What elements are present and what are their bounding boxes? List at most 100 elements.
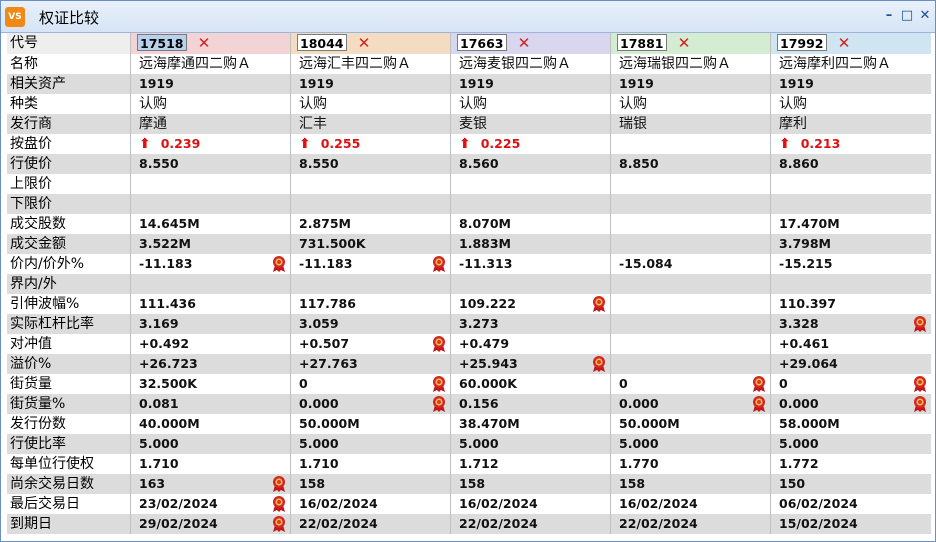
cell-value: 汇丰 (299, 116, 327, 132)
table-cell: 5.000 (771, 434, 931, 454)
table-cell: 认购 (451, 94, 611, 114)
cell-value: 16/02/2024 (299, 496, 378, 511)
row-label: 溢价% (7, 354, 131, 374)
row-label: 行使价 (7, 154, 131, 174)
table-row: 下限价 (7, 194, 931, 214)
table-row: 每单位行使权 1.710 1.710 1.712 1.770 1.772 (7, 454, 931, 474)
cell-value: 摩利 (779, 116, 807, 132)
table-cell: 0.000 (611, 394, 771, 414)
table-cell: 22/02/2024 (611, 514, 771, 534)
cell-value: 0.081 (139, 396, 179, 411)
cell-value: 58.000M (779, 416, 840, 431)
table-row: 成交金额 3.522M 731.500K 1.883M 3.798M (7, 234, 931, 254)
cell-value: 远海摩通四二购Ａ (139, 56, 251, 72)
close-icon[interactable]: ✕ (837, 34, 851, 52)
table-cell: +25.943 (451, 354, 611, 374)
code-input[interactable]: 17663 (457, 34, 507, 51)
code-column-header: 18044 ✕ (291, 33, 451, 54)
cell-value: 0.000 (619, 396, 659, 411)
table-cell: ⬆ 0.255 (291, 134, 451, 154)
table-cell: 1919 (451, 74, 611, 94)
code-input[interactable]: 17518 (137, 34, 187, 51)
cell-value: 1.710 (299, 456, 339, 471)
table-cell (611, 274, 771, 294)
code-column-header: 17518 ✕ (131, 33, 291, 54)
minimize-button[interactable]: – (881, 8, 897, 24)
code-input[interactable]: 17881 (617, 34, 667, 51)
close-window-button[interactable]: ✕ (917, 8, 933, 24)
cell-value: 22/02/2024 (459, 516, 538, 531)
row-label: 按盘价 (7, 134, 131, 154)
table-cell: 16/02/2024 (291, 494, 451, 514)
cell-value: -15.084 (619, 256, 673, 271)
table-cell (291, 274, 451, 294)
cell-value: 111.436 (139, 296, 196, 311)
row-label: 街货量 (7, 374, 131, 394)
table-cell: 远海摩通四二购Ａ (131, 54, 291, 74)
row-label: 街货量% (7, 394, 131, 414)
cell-value: 15/02/2024 (779, 516, 858, 531)
cell-value: 认购 (779, 96, 807, 112)
code-input[interactable]: 17992 (777, 34, 827, 51)
cell-value: 50.000M (619, 416, 680, 431)
row-label: 到期日 (7, 514, 131, 534)
cell-value: 1.772 (779, 456, 819, 471)
table-cell: 29/02/2024 (131, 514, 291, 534)
table-row: 发行商 摩通 汇丰 麦银 瑞银 摩利 (7, 114, 931, 134)
row-label: 上限价 (7, 174, 131, 194)
row-label: 发行商 (7, 114, 131, 134)
table-cell (451, 274, 611, 294)
row-label: 种类 (7, 94, 131, 114)
table-cell (611, 294, 771, 314)
cell-value: 731.500K (299, 236, 366, 251)
cell-value: 06/02/2024 (779, 496, 858, 511)
cell-value: 29/02/2024 (139, 516, 218, 531)
medal-icon (433, 396, 445, 412)
row-label: 界内/外 (7, 274, 131, 294)
cell-value: 5.000 (619, 436, 659, 451)
cell-value: 1919 (779, 76, 814, 91)
table-cell: 731.500K (291, 234, 451, 254)
cell-value: 3.273 (459, 316, 499, 331)
table-cell: 1.710 (131, 454, 291, 474)
cell-value: 14.645M (139, 216, 200, 231)
price-value: 0.239 (160, 136, 201, 151)
table-cell: ⬆ 0.239 (131, 134, 291, 154)
table-cell: 2.875M (291, 214, 451, 234)
cell-value: 158 (299, 476, 326, 491)
table-cell (611, 314, 771, 334)
table-cell: 5.000 (451, 434, 611, 454)
table-cell: 瑞银 (611, 114, 771, 134)
table-cell: ⬆ 0.225 (451, 134, 611, 154)
cell-value: 1919 (139, 76, 174, 91)
close-icon[interactable]: ✕ (517, 34, 531, 52)
table-cell: ⬆ 0.213 (771, 134, 931, 154)
close-icon[interactable]: ✕ (197, 34, 211, 52)
cell-value: 32.500K (139, 376, 197, 391)
title-bar: VS 权证比较 – □ ✕ (1, 1, 935, 33)
table-cell: 150 (771, 474, 931, 494)
close-icon[interactable]: ✕ (677, 34, 691, 52)
table-cell: -11.183 (291, 254, 451, 274)
up-arrow-icon: ⬆ (139, 136, 151, 152)
cell-value: -11.183 (139, 256, 193, 271)
table-cell: 17.470M (771, 214, 931, 234)
table-cell: 远海汇丰四二购Ａ (291, 54, 451, 74)
table-cell: 0 (771, 374, 931, 394)
table-cell: 5.000 (131, 434, 291, 454)
cell-value: 5.000 (299, 436, 339, 451)
cell-value: 认购 (139, 96, 167, 112)
close-icon[interactable]: ✕ (357, 34, 371, 52)
cell-value: 16/02/2024 (459, 496, 538, 511)
cell-value: -11.183 (299, 256, 353, 271)
table-cell (611, 234, 771, 254)
table-cell (611, 194, 771, 214)
cell-value: 60.000K (459, 376, 517, 391)
cell-value: 远海麦银四二购Ａ (459, 56, 571, 72)
table-row: 上限价 (7, 174, 931, 194)
warrant-compare-window: VS 权证比较 – □ ✕ 代号 17518 ✕ 18044 ✕ 17663 ✕ 17881 ✕… (0, 0, 936, 542)
maximize-button[interactable]: □ (899, 8, 915, 24)
table-cell: 23/02/2024 (131, 494, 291, 514)
table-cell: 1919 (291, 74, 451, 94)
code-input[interactable]: 18044 (297, 34, 347, 51)
